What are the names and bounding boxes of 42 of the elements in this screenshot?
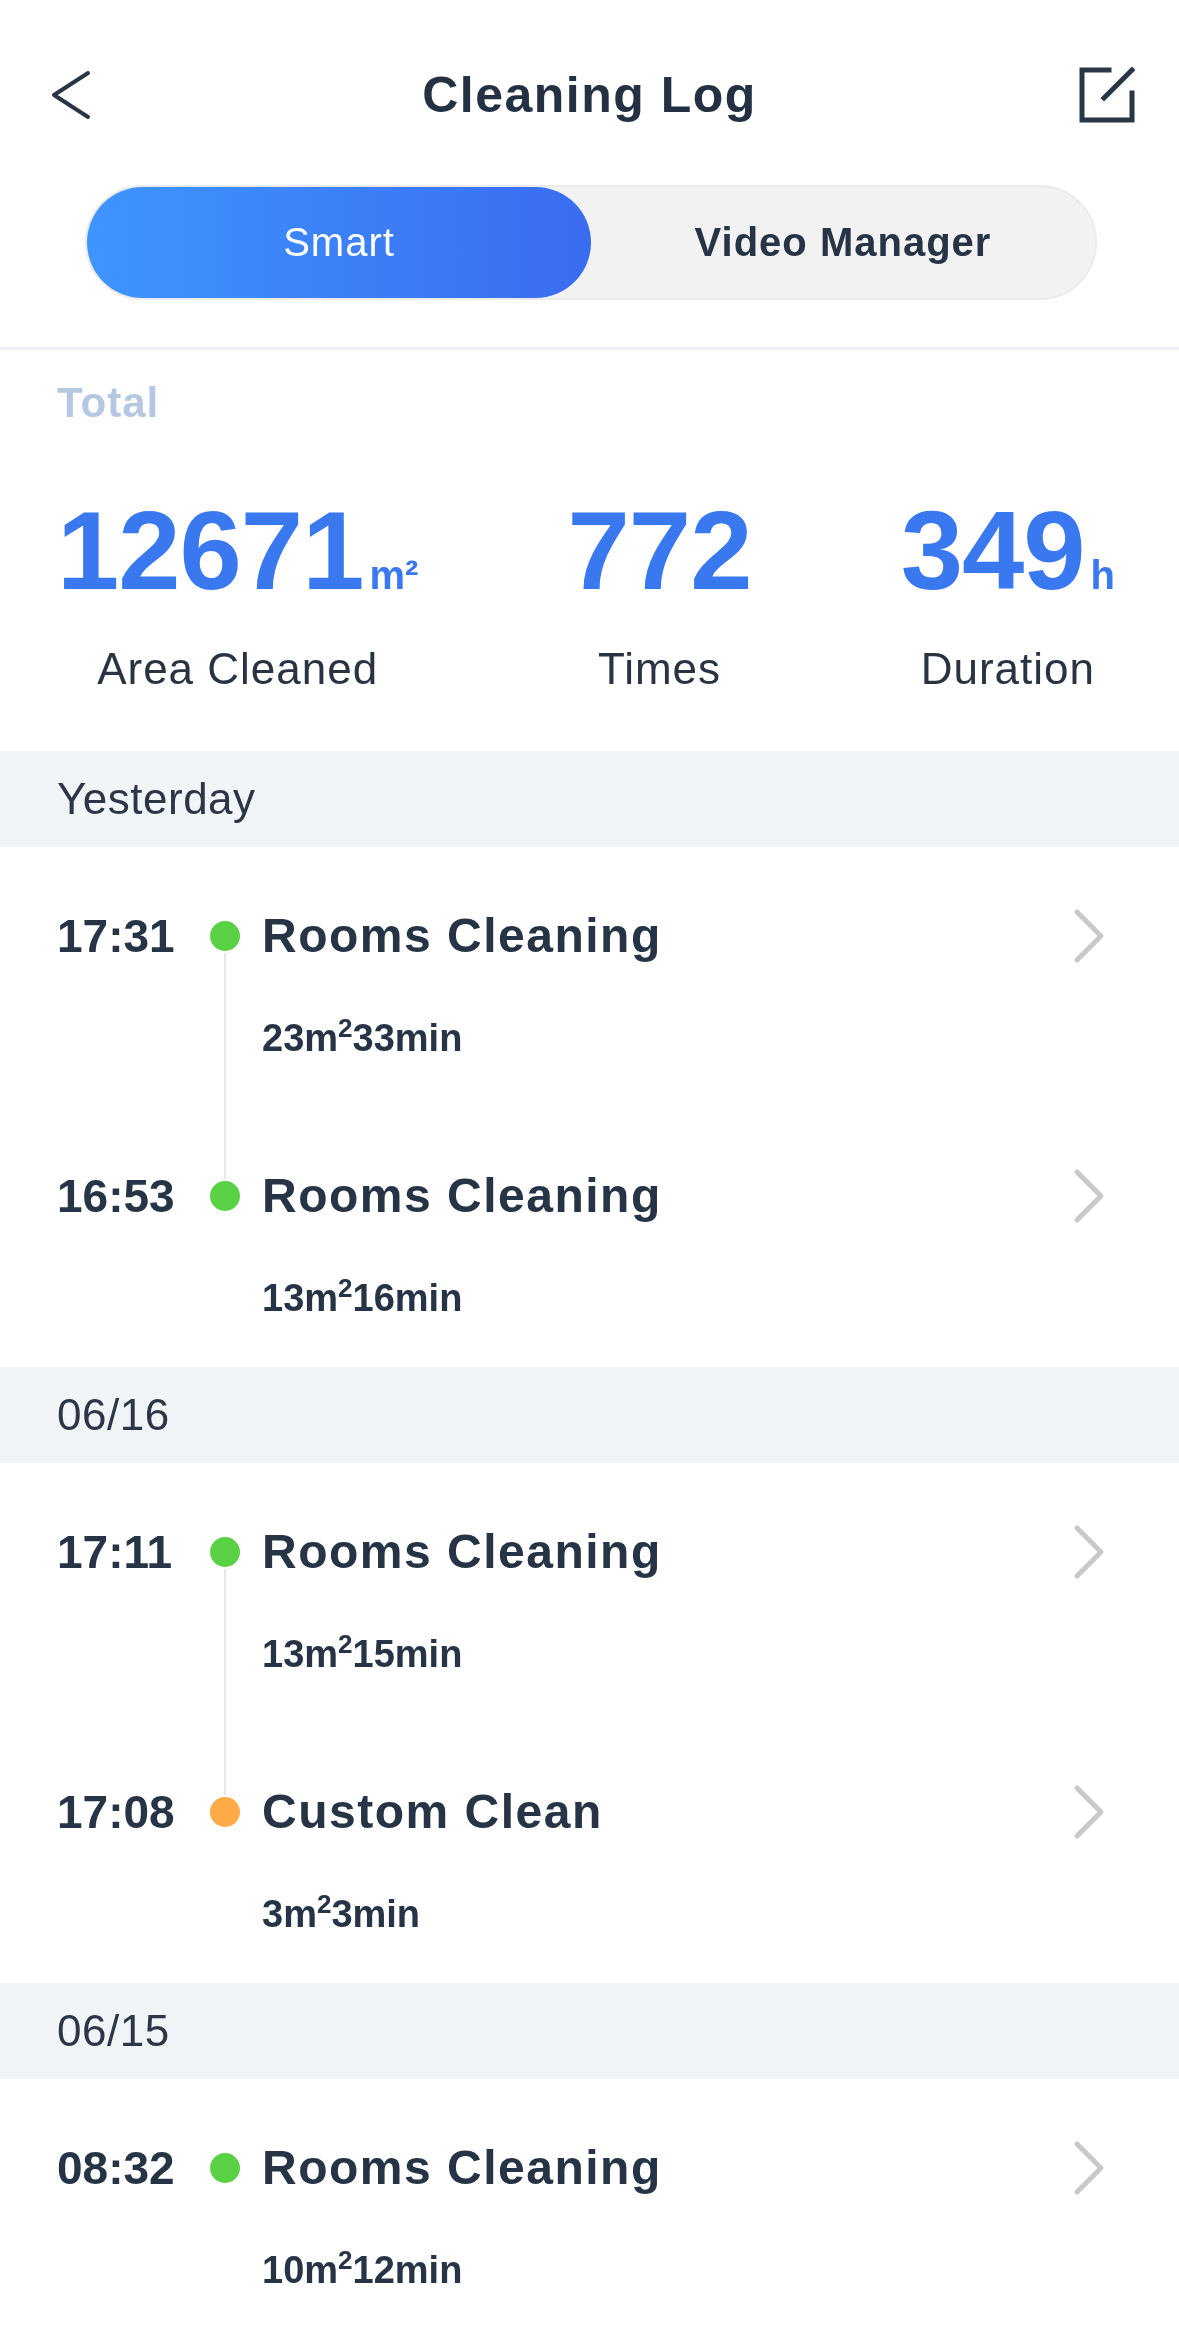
status-dot-icon bbox=[210, 1537, 240, 1567]
entry-summary: 3m$^{2}$3min bbox=[262, 1889, 421, 1937]
entry-title: Rooms Cleaning bbox=[262, 2140, 662, 2196]
entry-summary: 13m$^{2}$16min bbox=[262, 1273, 463, 1321]
edit-icon[interactable] bbox=[1079, 67, 1135, 123]
back-icon[interactable] bbox=[50, 70, 92, 120]
chevron-right-icon[interactable] bbox=[1073, 908, 1105, 964]
date-header: 06/16 bbox=[0, 1367, 1179, 1463]
stat-value: 772 bbox=[567, 491, 752, 611]
entry-summary: 13m$^{2}$15min bbox=[262, 1629, 463, 1677]
entry-time: 17:08 bbox=[57, 1785, 175, 1840]
stat-value: 12671 bbox=[57, 491, 364, 611]
chevron-right-icon[interactable] bbox=[1073, 1784, 1105, 1840]
tab[interactable]: Smart bbox=[87, 187, 591, 298]
entry-time: 08:32 bbox=[57, 2141, 175, 2196]
stat-value: 349 bbox=[900, 491, 1085, 611]
status-dot-icon bbox=[210, 2153, 240, 2183]
chevron-right-icon[interactable] bbox=[1073, 1168, 1105, 1224]
status-dot-icon bbox=[210, 1797, 240, 1827]
entry-summary: 23m$^{2}$33min bbox=[262, 1013, 463, 1061]
entry-title: Rooms Cleaning bbox=[262, 1168, 662, 1224]
chevron-right-icon[interactable] bbox=[1073, 2140, 1105, 2196]
entry-summary: 10m$^{2}$12min bbox=[262, 2245, 463, 2293]
entry-time: 17:11 bbox=[57, 1525, 173, 1580]
date-header: 06/15 bbox=[0, 1983, 1179, 2079]
stat-unit: m² bbox=[369, 552, 419, 599]
section-label: Total bbox=[57, 378, 160, 428]
page-title: Cleaning Log bbox=[422, 66, 757, 125]
entry-title: Rooms Cleaning bbox=[262, 1524, 662, 1580]
date-header: Yesterday bbox=[0, 751, 1179, 847]
stat-label: Area Cleaned bbox=[97, 643, 379, 695]
status-dot-icon bbox=[210, 921, 240, 951]
entry-title: Rooms Cleaning bbox=[262, 908, 662, 964]
stat-label: Duration bbox=[920, 643, 1095, 695]
stat-label: Times bbox=[597, 643, 722, 695]
status-dot-icon bbox=[210, 1181, 240, 1211]
entry-time: 17:31 bbox=[57, 909, 175, 964]
stat-unit: h bbox=[1090, 552, 1115, 599]
entry-title: Custom Clean bbox=[262, 1784, 603, 1840]
entry-time: 16:53 bbox=[57, 1169, 175, 1224]
tab[interactable]: Video Manager bbox=[591, 187, 1095, 298]
chevron-right-icon[interactable] bbox=[1073, 1524, 1105, 1580]
